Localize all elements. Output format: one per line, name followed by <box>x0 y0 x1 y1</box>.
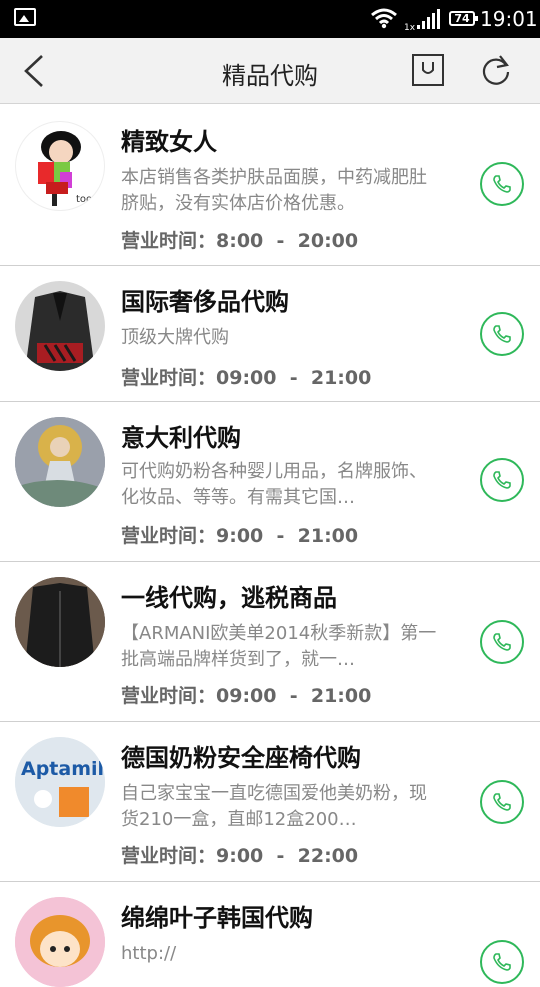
gallery-notification-icon <box>14 8 36 26</box>
signal-icon: 1x <box>404 9 440 31</box>
status-time: 19:01 <box>480 7 538 31</box>
list-item[interactable]: 国际奢侈品代购 顶级大牌代购 营业时间：09:00 - 21:00 <box>0 266 540 402</box>
shop-hours: 营业时间：9:00 - 21:00 <box>121 525 359 547</box>
refresh-icon[interactable] <box>478 52 514 88</box>
list-item[interactable]: 绵绵叶子韩国代购 http:// <box>0 882 540 987</box>
call-button[interactable] <box>480 312 524 356</box>
shop-hours: 营业时间：09:00 - 21:00 <box>121 367 372 389</box>
shop-name: 德国奶粉安全座椅代购 <box>121 744 361 772</box>
call-button[interactable] <box>480 162 524 206</box>
shop-avatar <box>15 577 105 667</box>
svg-text:Aptamil: Aptamil <box>21 758 104 780</box>
network-type-label: 1x <box>404 23 416 31</box>
shop-avatar <box>15 417 105 507</box>
call-button[interactable] <box>480 940 524 984</box>
shop-avatar <box>15 897 105 987</box>
suit-jacket-icon <box>25 291 95 371</box>
shop-description: 可代购奶粉各种婴儿用品，名牌服饰、化妆品、等等。有需其它国… <box>121 461 427 508</box>
call-button[interactable] <box>480 458 524 502</box>
shop-hours: 营业时间：9:00 - 22:00 <box>121 845 359 867</box>
aptamil-box-icon: Aptamil <box>15 737 105 827</box>
list-item[interactable]: too 精致女人 本店销售各类护肤品面膜，中药减肥肚脐贴，没有实体店价格优惠。 … <box>0 104 540 266</box>
shop-name: 精致女人 <box>121 128 217 156</box>
shop-name: 一线代购，逃税商品 <box>121 584 337 612</box>
shop-name: 国际奢侈品代购 <box>121 288 289 316</box>
phone-icon <box>493 633 511 651</box>
phone-icon <box>493 175 511 193</box>
black-jacket-icon <box>15 577 105 667</box>
shop-name: 意大利代购 <box>121 424 241 452</box>
shop-hours: 营业时间：8:00 - 20:00 <box>121 230 359 252</box>
phone-icon <box>493 325 511 343</box>
status-bar: 1x 74 19:01 <box>0 0 540 38</box>
list-item[interactable]: 意大利代购 可代购奶粉各种婴儿用品，名牌服饰、化妆品、等等。有需其它国… 营业时… <box>0 402 540 562</box>
goddess-painting-icon <box>15 417 105 507</box>
shop-description: http:// <box>121 943 177 964</box>
battery-indicator: 74 <box>449 11 478 26</box>
shop-description: 本店销售各类护肤品面膜，中药减肥肚脐贴，没有实体店价格优惠。 <box>121 167 427 214</box>
phone-icon <box>493 793 511 811</box>
doll-illustration-icon: too <box>38 131 92 206</box>
phone-icon <box>493 471 511 489</box>
shop-description: 顶级大牌代购 <box>121 327 229 348</box>
list-item[interactable]: Aptamil 德国奶粉安全座椅代购 自己家宝宝一直吃德国爱他美奶粉，现货210… <box>0 722 540 882</box>
wifi-icon <box>371 8 397 29</box>
shop-description: 自己家宝宝一直吃德国爱他美奶粉，现货210一盒，直邮12盒200… <box>121 783 427 830</box>
svg-text:too: too <box>76 194 92 205</box>
call-button[interactable] <box>480 620 524 664</box>
shop-avatar: too <box>15 121 105 211</box>
phone-icon <box>493 953 511 971</box>
page-title: 精品代购 <box>222 62 318 90</box>
cartoon-girl-icon <box>15 897 105 987</box>
shop-list: too 精致女人 本店销售各类护肤品面膜，中药减肥肚脐贴，没有实体店价格优惠。 … <box>0 104 540 987</box>
shop-avatar: Aptamil <box>15 737 105 827</box>
list-item[interactable]: 一线代购，逃税商品 【ARMANI欧美单2014秋季新款】第一批高端品牌样货到了… <box>0 562 540 722</box>
shop-description: 【ARMANI欧美单2014秋季新款】第一批高端品牌样货到了，就一… <box>121 623 437 670</box>
cart-icon <box>422 62 434 74</box>
call-button[interactable] <box>480 780 524 824</box>
shop-name: 绵绵叶子韩国代购 <box>121 904 313 932</box>
shop-avatar <box>15 281 105 371</box>
nav-bar: 精品代购 <box>0 38 540 104</box>
shop-hours: 营业时间：09:00 - 21:00 <box>121 685 372 707</box>
cart-button[interactable] <box>412 54 444 86</box>
